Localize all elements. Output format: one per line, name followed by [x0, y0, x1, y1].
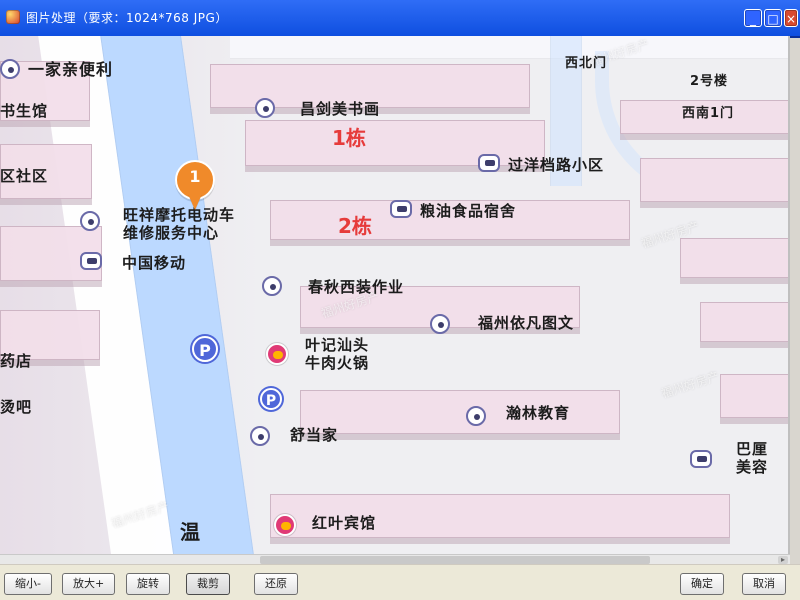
image-processing-window: 图片处理（要求：1024*768 JPG） _ □ × 福州好房产 福州好房产 … — [0, 0, 800, 600]
window-title: 图片处理（要求：1024*768 JPG） — [26, 11, 228, 25]
minimize-button[interactable]: _ — [744, 9, 762, 27]
map-label-guoyang: 过洋档路小区 — [508, 156, 605, 174]
map-label-grain-oil: 粮油食品宿舍 — [420, 202, 517, 220]
poi-icon — [262, 276, 282, 296]
map-label-shudang: 舒当家 — [290, 426, 339, 444]
zoom-out-button[interactable]: 缩小- — [4, 573, 52, 595]
poi-icon — [690, 450, 712, 468]
map-label-china-mobile: 中国移动 — [122, 254, 187, 272]
map-label-community: 区社区 — [0, 167, 49, 185]
map-label-fuzhou: 福州依凡图文 — [478, 314, 575, 332]
map-label-hongye: 红叶宾馆 — [312, 514, 377, 532]
pin-number: 1 — [189, 167, 201, 186]
zoom-in-button[interactable]: 放大+ — [62, 573, 116, 595]
poi-icon — [80, 252, 102, 270]
parking-icon: P — [192, 336, 218, 362]
poi-icon — [466, 406, 486, 426]
right-building-block — [680, 238, 788, 278]
location-pin-icon[interactable]: 1 — [168, 160, 222, 218]
close-icon: × — [785, 12, 797, 26]
building-block — [245, 120, 545, 166]
map-label-changjian-art: 昌剑美书画 — [300, 100, 381, 118]
map-label-chunqiu: 春秋西装作业 — [308, 278, 405, 296]
poi-icon — [390, 200, 412, 218]
poi-icon — [80, 211, 100, 231]
poi-icon — [250, 426, 270, 446]
map-label-yeji: 叶记汕头 牛肉火锅 — [305, 336, 370, 372]
poi-icon — [478, 154, 500, 172]
map-viewport[interactable]: 福州好房产 福州好房产 福州好房产 福州好房产 福州好房产 一家亲便利 书生馆 … — [0, 36, 790, 554]
poi-icon — [255, 98, 275, 118]
building-block — [300, 390, 620, 434]
scrollbar-thumb[interactable] — [260, 556, 650, 564]
map-label-pharmacy: 药店 — [0, 352, 33, 370]
horizontal-scrollbar[interactable]: ▸ — [0, 554, 790, 564]
map-label-building-2-number: 2号楼 — [690, 74, 729, 89]
title-bar: 图片处理（要求：1024*768 JPG） _ □ × — [0, 0, 800, 38]
ok-button[interactable]: 确定 — [680, 573, 724, 595]
right-building-block — [640, 158, 788, 202]
maximize-button[interactable]: □ — [764, 9, 782, 27]
map-label-wen: 温 — [180, 520, 201, 544]
food-icon — [274, 514, 296, 536]
crop-button[interactable]: 裁剪 — [186, 573, 230, 595]
map-label-salon: 烫吧 — [0, 398, 33, 416]
close-button[interactable]: × — [784, 9, 798, 27]
parking-icon: P — [260, 388, 282, 410]
pin-tail — [188, 194, 202, 210]
watermark: 福州好房产 — [659, 369, 721, 401]
poi-icon — [430, 314, 450, 334]
reset-button[interactable]: 还原 — [254, 573, 298, 595]
right-building-block — [720, 374, 788, 418]
map-label-building-2: 2栋 — [338, 214, 372, 238]
app-icon — [6, 10, 20, 24]
scrollbar-arrow-icon[interactable]: ▸ — [778, 556, 788, 564]
map-label-bali: 巴厘 美容 — [736, 440, 769, 476]
map-label-library: 书生馆 — [0, 102, 49, 120]
right-building-block — [700, 302, 788, 342]
map-label-building-1: 1栋 — [332, 126, 366, 150]
minimize-icon: _ — [750, 12, 756, 26]
maximize-icon: □ — [767, 12, 779, 26]
poi-icon — [0, 59, 20, 79]
bottom-toolbar: 缩小- 放大+ 旋转 裁剪 还原 确定 取消 — [0, 564, 800, 600]
map-label-one-shop: 一家亲便利 — [28, 60, 114, 79]
cancel-button[interactable]: 取消 — [742, 573, 786, 595]
map-label-west-north-gate: 西北门 — [565, 56, 608, 71]
rotate-button[interactable]: 旋转 — [126, 573, 170, 595]
food-icon — [266, 343, 288, 365]
map-label-hanlin: 瀚林教育 — [506, 404, 571, 422]
map-label-west-south-gate: 西南1门 — [682, 106, 735, 121]
